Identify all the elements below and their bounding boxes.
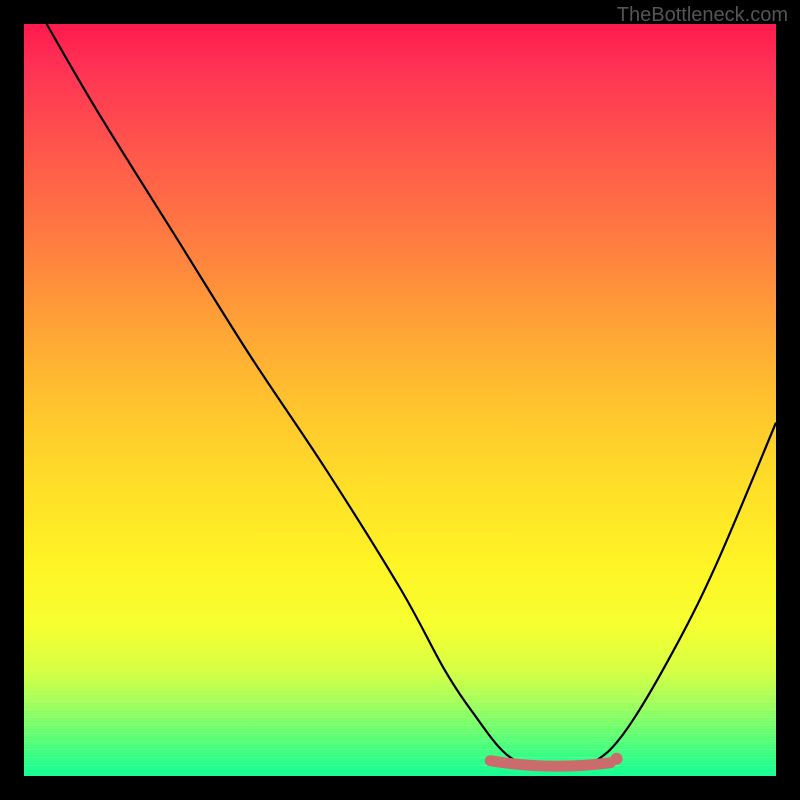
watermark-text: TheBottleneck.com bbox=[617, 4, 788, 27]
bottleneck-curve-line bbox=[47, 24, 776, 770]
flat-region-marker bbox=[490, 761, 610, 767]
chart-svg bbox=[24, 24, 776, 776]
flat-region-end-dot bbox=[611, 753, 623, 765]
chart-plot-area bbox=[24, 24, 776, 776]
